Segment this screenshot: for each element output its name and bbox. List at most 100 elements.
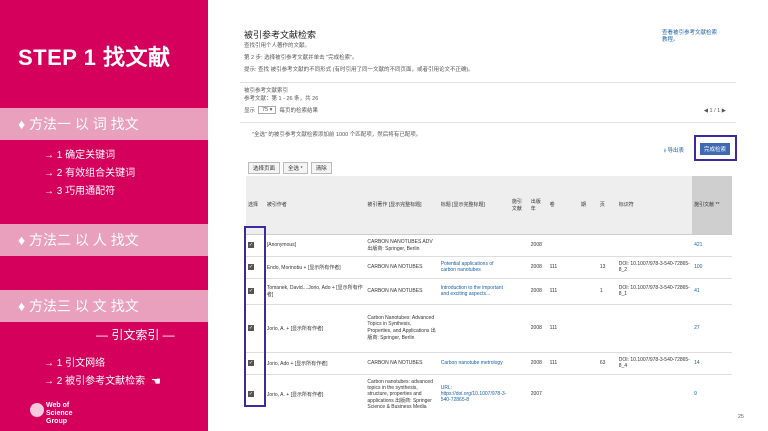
cell-vol-text: 111 (549, 360, 558, 366)
cell-year-text: 2008 (530, 264, 542, 270)
toolbar: 选择页面 全选 * 清除 (248, 162, 332, 174)
cell-citing (509, 234, 529, 257)
cell-year-text: 2008 (530, 360, 542, 366)
cell-id (616, 374, 693, 411)
table-row: ✓ [Anonymous] CARBON NANOTUBES ADV 出版商: Sp… (246, 234, 732, 257)
cell-count: 421 (692, 234, 732, 257)
cell-count-text[interactable]: 41 (694, 288, 700, 294)
cell-vol-text: 111 (549, 288, 558, 294)
cell-id: DOI: 10.1007/978-3-540-72865-8_2 (616, 256, 693, 279)
citation-index-label: — 引文索引 — (96, 328, 175, 342)
cell-count: 9 (692, 374, 732, 411)
cell-title: Carbon nanotube metrology (438, 352, 510, 375)
clear-button[interactable]: 清除 (310, 162, 332, 174)
col-citing: 施引文献 (509, 176, 529, 235)
cell-issue (579, 256, 598, 279)
logo-text: Web of Science Group (46, 402, 72, 426)
cell-vol: 111 (547, 304, 580, 353)
col-year[interactable]: 出版年 (528, 176, 548, 235)
cell-author: Tomanek, David....Jorio, Ado + [显示所有作者] (264, 278, 366, 305)
cell-vol-text: 111 (549, 264, 558, 270)
cell-vol (547, 234, 580, 257)
table-row: ✓ Jorio, Ado + [显示所有作者] CARBON NA NOTUBES C… (246, 352, 732, 375)
cell-title: Potential applications of carbon nanotub… (438, 256, 510, 279)
page-header: 被引参考文献检索 查找引用个人著作的文献。 第 2 步: 选择被引参考文献并单击… (244, 28, 474, 73)
cell-count: 100 (692, 256, 732, 279)
cell-title-text[interactable]: Introduction to the important and exciti… (441, 285, 503, 297)
select-all-button[interactable]: 全选 * (283, 162, 308, 174)
cell-citing (509, 278, 529, 305)
method-one-item: → 3 巧用通配符 (44, 186, 116, 197)
export-label: 导出表 (667, 148, 684, 154)
cell-year: 2008 (528, 304, 548, 353)
cell-year: 2008 (528, 256, 548, 279)
col-issue[interactable]: 期 (579, 176, 598, 235)
cell-id: DOI: 10.1007/978-3-540-72865-8_4 (616, 352, 693, 375)
per-page-suffix: 每页的检索结果 (279, 108, 318, 114)
cell-year: 2007 (528, 374, 548, 411)
cell-year-text: 2008 (530, 325, 542, 331)
col-title[interactable]: 标题 [显示完整标题] (438, 176, 510, 235)
checkbox-highlight-box (244, 226, 266, 407)
cell-id-text: DOI: 10.1007/978-3-540-72865-8_2 (618, 261, 690, 273)
cell-count: 27 (692, 304, 732, 353)
col-page[interactable]: 页 (597, 176, 617, 235)
cell-year: 2008 (528, 352, 548, 375)
pager[interactable]: ◀ 1 / 1 ▶ (704, 108, 726, 114)
cell-count-text[interactable]: 27 (694, 325, 700, 331)
cell-work-text: CARBON NANOTUBES ADV 出版商: Springer, Berl… (367, 238, 433, 252)
cell-citing (509, 304, 529, 353)
cell-title-text[interactable]: URL: https://doi.org/10.1007/978-3-540-7… (441, 385, 507, 403)
cell-year-text: 2008 (530, 242, 542, 248)
col-volume[interactable]: 卷 (547, 176, 580, 235)
cell-author-text: Jorio, A. + [显示所有作者] (266, 391, 324, 398)
cell-issue (579, 304, 598, 353)
cell-title: Introduction to the important and exciti… (438, 278, 510, 305)
page-number: 25 (737, 414, 744, 420)
tutorial-link[interactable]: 查看被引参考文献检索教程。 (662, 30, 722, 44)
cell-page (597, 374, 617, 411)
cell-title-text[interactable]: Carbon nanotube metrology (441, 360, 503, 366)
cell-year: 2008 (528, 234, 548, 257)
logo-line: Group (46, 418, 67, 425)
cell-author: [Anonymous] (264, 234, 366, 257)
method-one-box: ♦ 方法一 以 词 找文 (0, 108, 208, 140)
col-identifier: 标识符 (616, 176, 693, 235)
divider (240, 122, 736, 123)
cell-work: CARBON NA NOTUBES (365, 278, 439, 305)
cell-count-text[interactable]: 9 (694, 391, 697, 397)
screenshot-area: 被引参考文献检索 查找引用个人著作的文献。 第 2 步: 选择被引参考文献并单击… (240, 16, 740, 411)
finish-highlight-box (694, 135, 737, 161)
per-page-row: 显示 75 ▾ 每页的检索结果 (244, 106, 318, 114)
table-row: ✓ Tomanek, David....Jorio, Ado + [显示所有作者]… (246, 278, 732, 305)
cell-title-text[interactable]: Potential applications of carbon nanotub… (441, 261, 494, 273)
col-author[interactable]: 被引作者 (264, 176, 366, 235)
col-citing-count[interactable]: 施引文献 ** (692, 176, 732, 235)
cell-author: Jorio, A. + [显示所有作者] (264, 304, 366, 353)
method-three-item: → 1 引文网络 (44, 358, 106, 369)
select-page-button[interactable]: 选择页面 (248, 162, 281, 174)
method-three-item: → 2 被引参考文献检索 ☚ (44, 373, 161, 391)
cell-count-text[interactable]: 421 (694, 242, 702, 248)
cell-page: 63 (597, 352, 617, 375)
hand-pointing-icon: ☚ (151, 376, 161, 388)
cell-issue (579, 234, 598, 257)
per-page-select[interactable]: 75 ▾ (258, 106, 277, 114)
col-work[interactable]: 被引著作 [显示完整标题] (365, 176, 439, 235)
export-link[interactable]: ⭳ 导出表 (664, 146, 684, 156)
cell-work: Carbon nanotubes: advanced topics in the… (365, 374, 439, 411)
cell-count-text[interactable]: 14 (694, 360, 700, 366)
cell-vol-text: 111 (549, 325, 558, 331)
cell-author-text: Jorio, Ado + [显示所有作者] (266, 360, 328, 367)
cell-count: 41 (692, 278, 732, 305)
table-header-row: 选择 被引作者 被引著作 [显示完整标题] 标题 [显示完整标题] 施引文献 出… (246, 176, 732, 235)
cell-vol: 111 (547, 256, 580, 279)
cell-author: Jorio, Ado + [显示所有作者] (264, 352, 366, 375)
cell-count-text[interactable]: 100 (694, 264, 702, 270)
method-three-list: → 1 引文网络 → 2 被引参考文献检索 ☚ (44, 355, 161, 391)
cell-issue (579, 278, 598, 305)
cell-issue (579, 352, 598, 375)
cell-author-text: Tomanek, David....Jorio, Ado + [显示所有作者] (266, 285, 363, 298)
table-row: ✓ Jorio, A. + [显示所有作者] Carbon nanotubes: a… (246, 374, 732, 411)
cell-issue (579, 374, 598, 411)
